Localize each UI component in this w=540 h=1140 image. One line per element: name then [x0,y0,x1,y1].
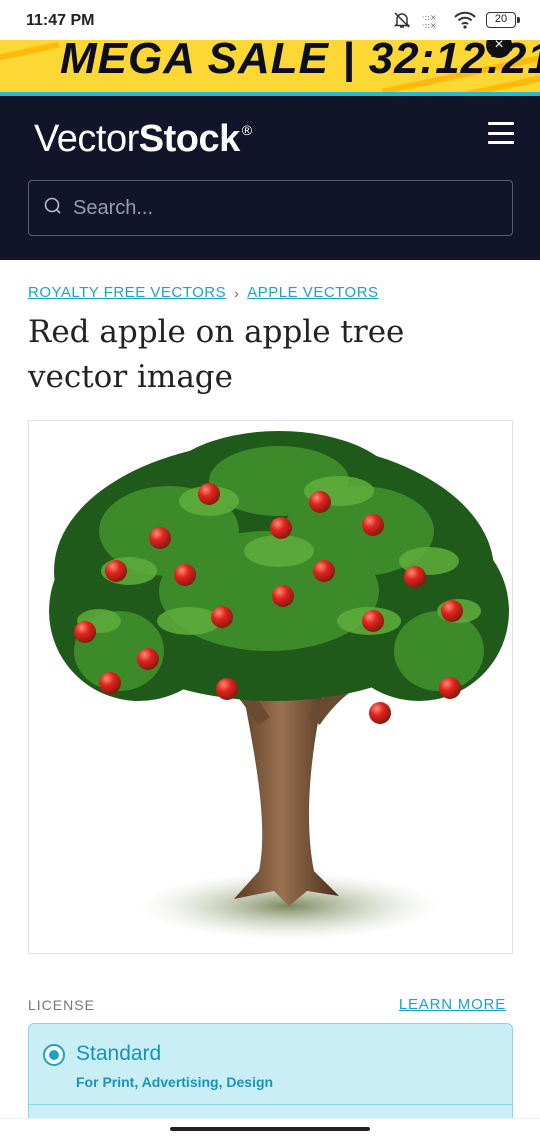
page-title: Red apple on apple tree vector image [28,314,405,395]
search-icon [43,196,63,221]
product-image[interactable] [28,420,513,954]
breadcrumb-royalty-free-vectors[interactable]: ROYALTY FREE VECTORS [28,284,226,301]
status-bar: 11:47 PM ·::× ·::× 20 [0,0,540,40]
battery-icon: 20 [486,12,520,28]
learn-more-link[interactable]: LEARN MORE [399,996,506,1013]
status-icons: ·::× ·::× 20 [392,10,520,30]
system-nav-bar [0,1118,540,1140]
search-bar[interactable] [28,180,513,236]
apple-tree-illustration [49,431,509,940]
breadcrumb-separator: › [234,284,240,301]
license-label: LICENSE [28,997,95,1013]
license-description: For Print, Advertising, Design [76,1074,274,1090]
license-name: Standard [76,1042,162,1065]
site-header: VectorStock ® [0,96,540,260]
search-input[interactable] [73,196,493,220]
status-time: 11:47 PM [26,12,95,29]
license-option-standard[interactable]: Standard For Print, Advertising, Design [28,1023,513,1133]
vectorstock-logo[interactable]: VectorStock ® [34,118,252,161]
menu-icon[interactable] [488,122,514,144]
wifi-icon [454,11,476,29]
home-indicator[interactable] [170,1127,370,1131]
breadcrumb: ROYALTY FREE VECTORS › APPLE VECTORS [28,284,379,301]
signal-off-icon: ·::× ·::× [422,12,444,28]
bell-off-icon [392,10,412,30]
radio-selected-icon[interactable] [43,1044,65,1066]
sale-banner[interactable]: MEGA SALE | 32:12:21 × [0,40,540,92]
license-divider [29,1104,512,1105]
sale-text: MEGA SALE | 32:12:21 [60,40,540,83]
breadcrumb-apple-vectors[interactable]: APPLE VECTORS [247,284,378,301]
svg-text:·::×: ·::× [422,21,437,28]
